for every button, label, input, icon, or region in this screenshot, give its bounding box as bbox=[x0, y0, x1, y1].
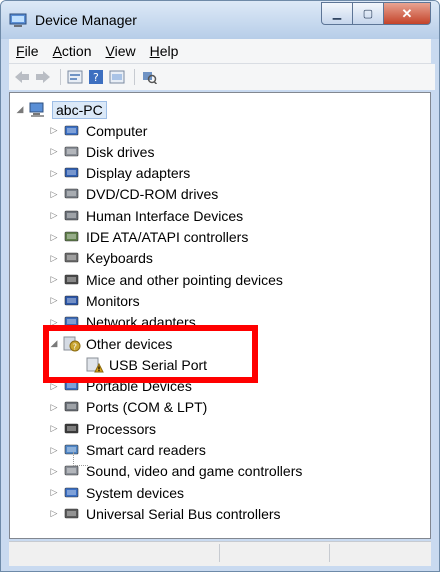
expand-arrow-icon[interactable]: ▷ bbox=[48, 423, 60, 434]
computer-icon bbox=[63, 123, 81, 139]
computer-root-icon bbox=[29, 102, 47, 118]
tree-connector bbox=[73, 452, 88, 466]
hid-icon bbox=[63, 208, 81, 224]
tree-item[interactable]: ▷ Computer bbox=[48, 120, 148, 141]
device-tree-pane[interactable]: ◢ abc-PC ▷ Computer ▷ Disk drives ▷ Display a… bbox=[9, 92, 431, 539]
red-highlight-box bbox=[43, 325, 258, 383]
expand-arrow-icon[interactable]: ▷ bbox=[48, 445, 60, 456]
expand-arrow-icon[interactable]: ▷ bbox=[48, 189, 60, 200]
tree-item[interactable]: ▷ IDE ATA/ATAPI controllers bbox=[48, 227, 249, 248]
dvd-drive-icon bbox=[63, 186, 81, 202]
collapse-arrow-icon[interactable]: ◢ bbox=[14, 104, 26, 115]
port-icon bbox=[63, 399, 81, 415]
minimize-icon: ▁ bbox=[332, 8, 342, 20]
tree-item[interactable]: ▷ Human Interface Devices bbox=[48, 205, 244, 226]
tree-item[interactable]: ▷ Monitors bbox=[48, 290, 140, 311]
svg-text:?: ? bbox=[93, 71, 99, 84]
close-button[interactable]: ✕ bbox=[384, 2, 431, 25]
help-icon[interactable]: ? bbox=[87, 68, 105, 86]
expand-arrow-icon[interactable]: ▷ bbox=[48, 146, 60, 157]
usb-icon bbox=[63, 506, 81, 522]
tree-item-label: Processors bbox=[86, 420, 157, 437]
display-adapter-icon bbox=[63, 165, 81, 181]
tree-item[interactable]: ▷ System devices bbox=[48, 482, 185, 503]
minimize-button[interactable]: ▁ bbox=[321, 2, 353, 25]
tree-item[interactable]: ▷ Ports (COM & LPT) bbox=[48, 397, 208, 418]
device-manager-app-icon bbox=[9, 11, 29, 29]
tree-item-label: Sound, video and game controllers bbox=[86, 463, 303, 480]
properties-icon[interactable] bbox=[66, 68, 84, 86]
caption-buttons: ▁ ▢ ✕ bbox=[321, 2, 431, 25]
maximize-icon: ▢ bbox=[362, 8, 374, 20]
forward-icon[interactable] bbox=[34, 68, 52, 86]
expand-arrow-icon[interactable]: ▷ bbox=[48, 402, 60, 413]
tree-item[interactable]: ▷ Mice and other pointing devices bbox=[48, 269, 283, 290]
expand-arrow-icon[interactable]: ▷ bbox=[48, 253, 60, 264]
tree-item-label: Display adapters bbox=[86, 165, 191, 182]
menu-view[interactable]: View bbox=[99, 43, 143, 59]
device-manager-window: Device Manager ▁ ▢ ✕ File Action View He… bbox=[0, 0, 440, 572]
tree-item-label: Smart card readers bbox=[86, 442, 206, 458]
tree-item[interactable]: ▷ DVD/CD-ROM drives bbox=[48, 184, 219, 205]
toolbar: ? bbox=[9, 64, 435, 90]
menu-help[interactable]: Help bbox=[143, 43, 186, 59]
ide-controller-icon bbox=[63, 229, 81, 245]
menu-bar: File Action View Help bbox=[9, 39, 431, 64]
toolbar-separator bbox=[60, 69, 61, 85]
tree-item[interactable]: ▷ Keyboards bbox=[48, 248, 153, 269]
keyboard-icon bbox=[63, 250, 81, 266]
show-hidden-icon[interactable] bbox=[108, 68, 126, 86]
monitor-icon bbox=[63, 293, 81, 309]
expand-arrow-icon[interactable]: ▷ bbox=[48, 508, 60, 519]
window-title: Device Manager bbox=[35, 12, 137, 28]
disk-drive-icon bbox=[63, 144, 81, 160]
tree-item[interactable]: ▷ Universal Serial Bus controllers bbox=[48, 503, 281, 524]
tree-item-label: DVD/CD-ROM drives bbox=[86, 186, 219, 203]
tree-item-label: System devices bbox=[86, 484, 185, 501]
title-bar[interactable]: Device Manager ▁ ▢ ✕ bbox=[1, 1, 439, 39]
back-icon[interactable] bbox=[13, 68, 31, 86]
tree-item[interactable]: ▷ Smart card readers bbox=[48, 440, 206, 461]
system-devices-icon bbox=[63, 485, 81, 501]
expand-arrow-icon[interactable]: ▷ bbox=[48, 487, 60, 498]
tree-item[interactable]: ▷ Display adapters bbox=[48, 163, 191, 184]
scan-hardware-icon[interactable] bbox=[140, 68, 158, 86]
tree-root-label: abc-PC bbox=[52, 100, 107, 119]
toolbar-separator bbox=[134, 69, 135, 85]
menu-file[interactable]: File bbox=[9, 43, 46, 59]
tree-item[interactable]: ▷ Disk drives bbox=[48, 141, 155, 162]
status-bar bbox=[9, 541, 431, 566]
close-icon: ✕ bbox=[401, 5, 413, 21]
expand-arrow-icon[interactable]: ▷ bbox=[48, 168, 60, 179]
processor-icon bbox=[63, 421, 81, 437]
expand-arrow-icon[interactable]: ▷ bbox=[48, 210, 60, 221]
expand-arrow-icon[interactable]: ▷ bbox=[48, 466, 60, 477]
menu-action[interactable]: Action bbox=[46, 43, 99, 59]
tree-item-label: Keyboards bbox=[86, 250, 153, 267]
mouse-icon bbox=[63, 272, 81, 288]
tree-item[interactable]: ▷ Processors bbox=[48, 418, 157, 439]
status-pane bbox=[219, 544, 220, 562]
maximize-button[interactable]: ▢ bbox=[353, 2, 384, 25]
tree-root[interactable]: ◢ abc-PC bbox=[14, 99, 107, 120]
tree-item-label: Mice and other pointing devices bbox=[86, 271, 283, 288]
tree-item-label: Monitors bbox=[86, 292, 140, 309]
tree-item-label: Ports (COM & LPT) bbox=[86, 399, 208, 416]
tree-item-label: IDE ATA/ATAPI controllers bbox=[86, 229, 249, 245]
tree-item-label: Universal Serial Bus controllers bbox=[86, 505, 281, 522]
tree-item-label: Computer bbox=[86, 122, 148, 139]
expand-arrow-icon[interactable]: ▷ bbox=[48, 295, 60, 306]
expand-arrow-icon[interactable]: ▷ bbox=[48, 125, 60, 136]
tree-item-label: Disk drives bbox=[86, 143, 155, 160]
status-pane bbox=[329, 544, 330, 562]
tree-item-label: Human Interface Devices bbox=[86, 207, 244, 224]
expand-arrow-icon[interactable]: ▷ bbox=[48, 232, 60, 243]
expand-arrow-icon[interactable]: ▷ bbox=[48, 274, 60, 285]
